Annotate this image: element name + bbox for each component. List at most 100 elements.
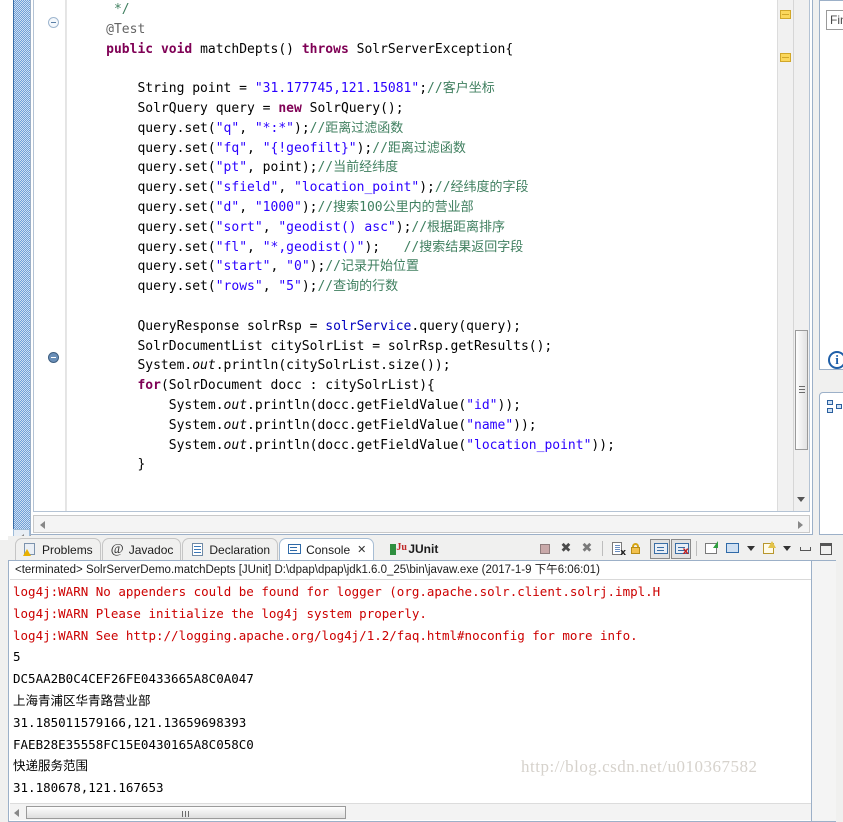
javadoc-icon: @ <box>110 542 124 557</box>
find-input[interactable]: Fin <box>826 10 843 30</box>
scroll-lock-button[interactable] <box>629 539 649 559</box>
tab-label: JUnit <box>408 542 439 556</box>
toolbar-separator <box>696 541 697 556</box>
open-console-button[interactable] <box>759 539 779 559</box>
code-line: query.set("fq", "{!geofilt}");//距离过滤函数 <box>67 140 466 156</box>
display-selected-console-dropdown-chevron-down-icon[interactable] <box>747 546 755 551</box>
console-line: FAEB28E35558FC15E0430165A8C058C0 <box>13 736 254 752</box>
code-line: */ <box>106 2 130 17</box>
code-line: for(SolrDocument docc : citySolrList){ <box>137 378 435 394</box>
java-editor-window: */ @Test public void matchDepts() throws… <box>30 0 813 535</box>
show-console-on-error-button[interactable]: x <box>671 538 691 559</box>
remove-all-terminated-button[interactable]: ✖ <box>577 539 597 559</box>
console-line: DC5AA2B0C4CEF26FE0433665A8C0A047 <box>13 671 254 687</box>
code-line: query.set("pt", point);//当前经纬度 <box>67 160 399 176</box>
watermark-text: http://blog.csdn.net/u010367582 <box>521 757 758 776</box>
gutter-divider <box>65 0 66 511</box>
code-line: @Test <box>106 21 146 37</box>
console-line: log4j:WARN See http://logging.apache.org… <box>13 627 638 643</box>
warning-marker-icon[interactable] <box>780 10 791 19</box>
overview-ruler[interactable] <box>777 0 793 511</box>
console-line: 上海青浦区华青路营业部 <box>13 692 151 708</box>
show-console-on-output-button[interactable] <box>650 538 670 559</box>
declaration-icon <box>190 542 205 557</box>
code-line: query.set("sort", "geodist() asc");//根据距… <box>67 219 506 235</box>
tab-declaration[interactable]: Declaration <box>182 538 279 560</box>
console-hscroll-thumb[interactable] <box>26 806 346 819</box>
fold-collapse-icon[interactable] <box>48 17 59 28</box>
console-line: 31.185011579166,121.13659698393 <box>13 714 247 730</box>
code-line: SolrQuery query = new SolrQuery(); <box>67 100 404 116</box>
console-icon <box>287 542 302 557</box>
code-line: String point = "31.177745,121.15081";//客… <box>67 81 495 97</box>
code-line: query.set("fl", "*,geodist()"); //搜索结果返回… <box>67 239 524 255</box>
open-console-dropdown-chevron-down-icon[interactable] <box>783 546 791 551</box>
code-line: query.set("q", "*:*");//距离过滤函数 <box>67 120 404 136</box>
close-icon[interactable]: ✕ <box>357 543 366 556</box>
code-line: query.set("start", "0");//记录开始位置 <box>67 259 419 275</box>
hscroll-right-arrow-icon[interactable] <box>798 521 803 529</box>
console-line: log4j:WARN No appenders could be found f… <box>13 584 661 599</box>
info-icon: i <box>828 351 843 369</box>
editor-scroll-thumb[interactable] <box>795 330 808 450</box>
fold-marker-icon[interactable] <box>48 352 59 363</box>
problems-icon <box>23 542 38 557</box>
code-line: query.set("sfield", "location_point");//… <box>67 180 529 196</box>
console-toolbar[interactable]: ✖ ✖ x x <box>535 538 836 559</box>
console-line: 5 <box>13 649 21 665</box>
console-line: FAEB28AD7EDCFC17E0430165A8C08E96 <box>13 799 799 801</box>
right-side-views-clipped: Fin i <box>816 0 843 535</box>
editor-horizontal-scrollbar[interactable] <box>33 515 810 533</box>
code-line: query.set("d", "1000");//搜索100公里内的营业部 <box>67 199 474 215</box>
terminate-button[interactable] <box>535 539 555 559</box>
console-panel[interactable]: <terminated> SolrServerDemo.matchDepts [… <box>8 560 836 822</box>
editor-scroll-down-arrow-icon[interactable] <box>797 497 805 502</box>
minimize-button[interactable] <box>795 539 815 559</box>
code-line: query.set("rows", "5");//查询的行数 <box>67 279 399 295</box>
editor-sash-handle[interactable] <box>13 0 30 529</box>
tab-label: Declaration <box>209 542 271 557</box>
editor-folding-gutter[interactable] <box>34 0 67 511</box>
java-editor-area[interactable]: */ @Test public void matchDepts() throws… <box>33 0 810 512</box>
console-horizontal-scrollbar[interactable] <box>10 803 816 820</box>
toolbar-separator <box>602 541 603 556</box>
outline-view-clipped[interactable] <box>819 392 843 535</box>
tab-junit[interactable]: JUnit <box>382 538 445 560</box>
tab-label: Javadoc <box>128 542 174 557</box>
tab-javadoc[interactable]: @ Javadoc <box>101 538 182 560</box>
hscroll-left-arrow-icon[interactable] <box>40 521 45 529</box>
tab-label: Console <box>306 542 351 557</box>
console-launch-label: <terminated> SolrServerDemo.matchDepts [… <box>10 562 834 580</box>
code-line: System.out.println(docc.getFieldValue("n… <box>67 417 537 433</box>
console-hscroll-left-arrow-icon[interactable] <box>14 809 19 817</box>
clear-console-button[interactable]: x <box>608 539 628 559</box>
code-line: SolrDocumentList citySolrList = solrRsp.… <box>67 338 553 354</box>
code-line: System.out.println(docc.getFieldValue("l… <box>67 437 615 453</box>
junit-icon <box>389 542 407 557</box>
maximize-button[interactable] <box>816 539 836 559</box>
pin-console-button[interactable] <box>702 539 722 559</box>
outline-icon <box>827 400 843 414</box>
source-code-text[interactable]: */ @Test public void matchDepts() throws… <box>67 0 809 511</box>
side-panel-body[interactable] <box>811 560 836 822</box>
code-line: System.out.println(docc.getFieldValue("i… <box>67 397 521 413</box>
code-line: QueryResponse solrRsp = solrService.quer… <box>67 318 521 334</box>
display-selected-console-button[interactable] <box>723 539 743 559</box>
editor-vertical-scrollbar[interactable] <box>793 0 809 511</box>
code-line: } <box>67 457 146 473</box>
eclipse-ide-window: vcuro.o.j1 */ @Test public void matchDep… <box>0 0 843 822</box>
console-view: Problems @ Javadoc Declaration Console ✕ JUnit… <box>8 536 836 822</box>
tab-console[interactable]: Console ✕ <box>279 538 375 560</box>
console-side-view-clipped <box>803 560 836 822</box>
console-line: log4j:WARN Please initialize the log4j s… <box>13 605 427 621</box>
search-view-clipped[interactable]: Fin i <box>819 0 843 370</box>
console-line: 31.180678,121.167653 <box>13 780 164 796</box>
remove-launch-button[interactable]: ✖ <box>556 539 576 559</box>
warning-marker-icon[interactable] <box>780 53 791 62</box>
package-explorer-clipped[interactable]: vcuro.o.j1 <box>0 0 31 540</box>
tab-problems[interactable]: Problems <box>15 538 101 560</box>
